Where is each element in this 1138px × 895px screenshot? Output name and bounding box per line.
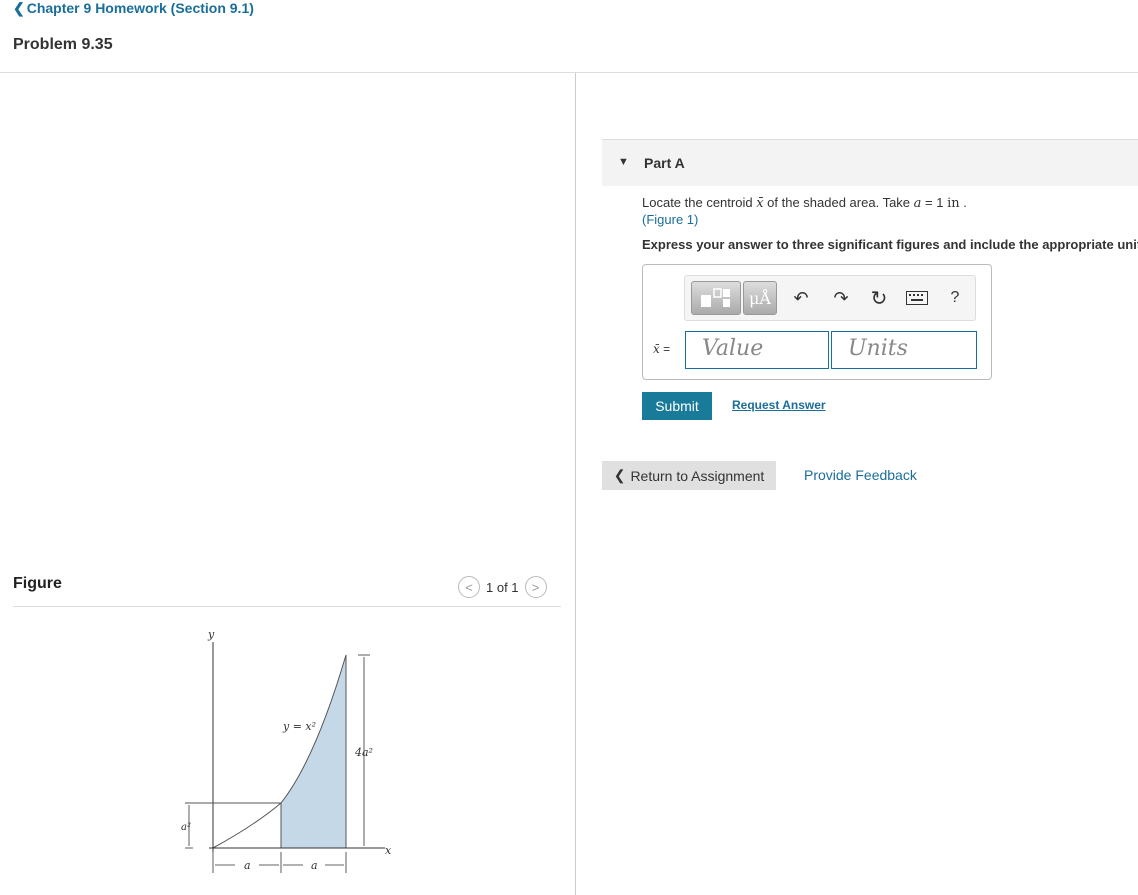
request-answer-link[interactable]: Request Answer xyxy=(732,398,826,412)
breadcrumb-label: Chapter 9 Homework (Section 9.1) xyxy=(26,0,254,16)
question-unit: in xyxy=(947,196,960,211)
pager-text: 1 of 1 xyxy=(486,579,519,595)
chevron-left-icon: < xyxy=(465,579,473,595)
figure-divider xyxy=(13,606,561,607)
submit-button[interactable]: Submit xyxy=(642,392,712,420)
answer-label: x̄ = xyxy=(653,342,670,356)
answer-eq: = xyxy=(659,342,671,356)
answer-symbol: x̄ xyxy=(653,342,660,356)
answer-box: μÅ ↶ ↷ ↻ ? x̄ = Value Units xyxy=(642,264,992,380)
instruction-text: Express your answer to three significant… xyxy=(642,237,1138,252)
x-axis-label: x xyxy=(385,844,392,857)
math-toolbar: μÅ ↶ ↷ ↻ ? xyxy=(684,275,976,321)
templates-icon xyxy=(701,288,730,307)
curve-label: y = x² xyxy=(282,720,316,733)
figure-link[interactable]: (Figure 1) xyxy=(642,212,698,227)
undo-icon[interactable]: ↶ xyxy=(789,286,813,310)
value-input[interactable]: Value xyxy=(685,331,829,369)
collapse-triangle-icon: ▼ xyxy=(618,156,629,168)
y-axis-label: y xyxy=(207,628,215,641)
return-label: Return to Assignment xyxy=(630,467,765,484)
chevron-right-icon: > xyxy=(531,579,540,595)
height-label: 4a² xyxy=(354,746,373,759)
question-text: Locate the centroid x̄ of the shaded are… xyxy=(642,195,967,211)
problem-figure: y x y = x² 4a² a² a a xyxy=(181,628,392,873)
figure-heading: Figure xyxy=(13,575,62,592)
parabola-curve-lower xyxy=(212,802,282,849)
breadcrumb[interactable]: ❮ Chapter 9 Homework (Section 9.1) xyxy=(13,0,254,17)
chevron-left-icon: ❮ xyxy=(613,467,626,483)
prev-figure-button[interactable]: < xyxy=(458,576,480,598)
help-button[interactable]: ? xyxy=(943,286,967,310)
dim-a1-label: a xyxy=(244,859,251,872)
keyboard-icon[interactable] xyxy=(905,286,929,310)
question-eq: = 1 xyxy=(921,195,948,210)
question-pre: Locate the centroid xyxy=(642,195,757,210)
chevron-left-icon: ❮ xyxy=(13,0,25,16)
figure-pager: < 1 of 1 > xyxy=(458,576,547,598)
return-to-assignment-button[interactable]: ❮ Return to Assignment xyxy=(602,461,776,490)
part-a-header[interactable]: ▼ Part A xyxy=(602,139,1138,186)
next-figure-button[interactable]: > xyxy=(524,576,547,598)
page-title: Problem 9.35 xyxy=(13,36,113,53)
question-mid: of the shaded area. Take xyxy=(763,195,914,210)
panel-divider[interactable] xyxy=(575,73,576,895)
question-end: . xyxy=(959,195,967,210)
provide-feedback-link[interactable]: Provide Feedback xyxy=(804,467,917,483)
units-button[interactable]: μÅ xyxy=(743,281,777,315)
shaded-area xyxy=(280,654,347,849)
part-a-label: Part A xyxy=(644,155,685,171)
left-height-label: a² xyxy=(181,822,191,833)
redo-icon[interactable]: ↷ xyxy=(829,286,853,310)
reset-icon[interactable]: ↻ xyxy=(867,286,891,310)
dim-a2-label: a xyxy=(311,859,318,872)
question-symbol: x̄ xyxy=(756,196,764,211)
header-divider xyxy=(0,72,1138,73)
units-input[interactable]: Units xyxy=(831,331,977,369)
templates-button[interactable] xyxy=(691,281,741,315)
